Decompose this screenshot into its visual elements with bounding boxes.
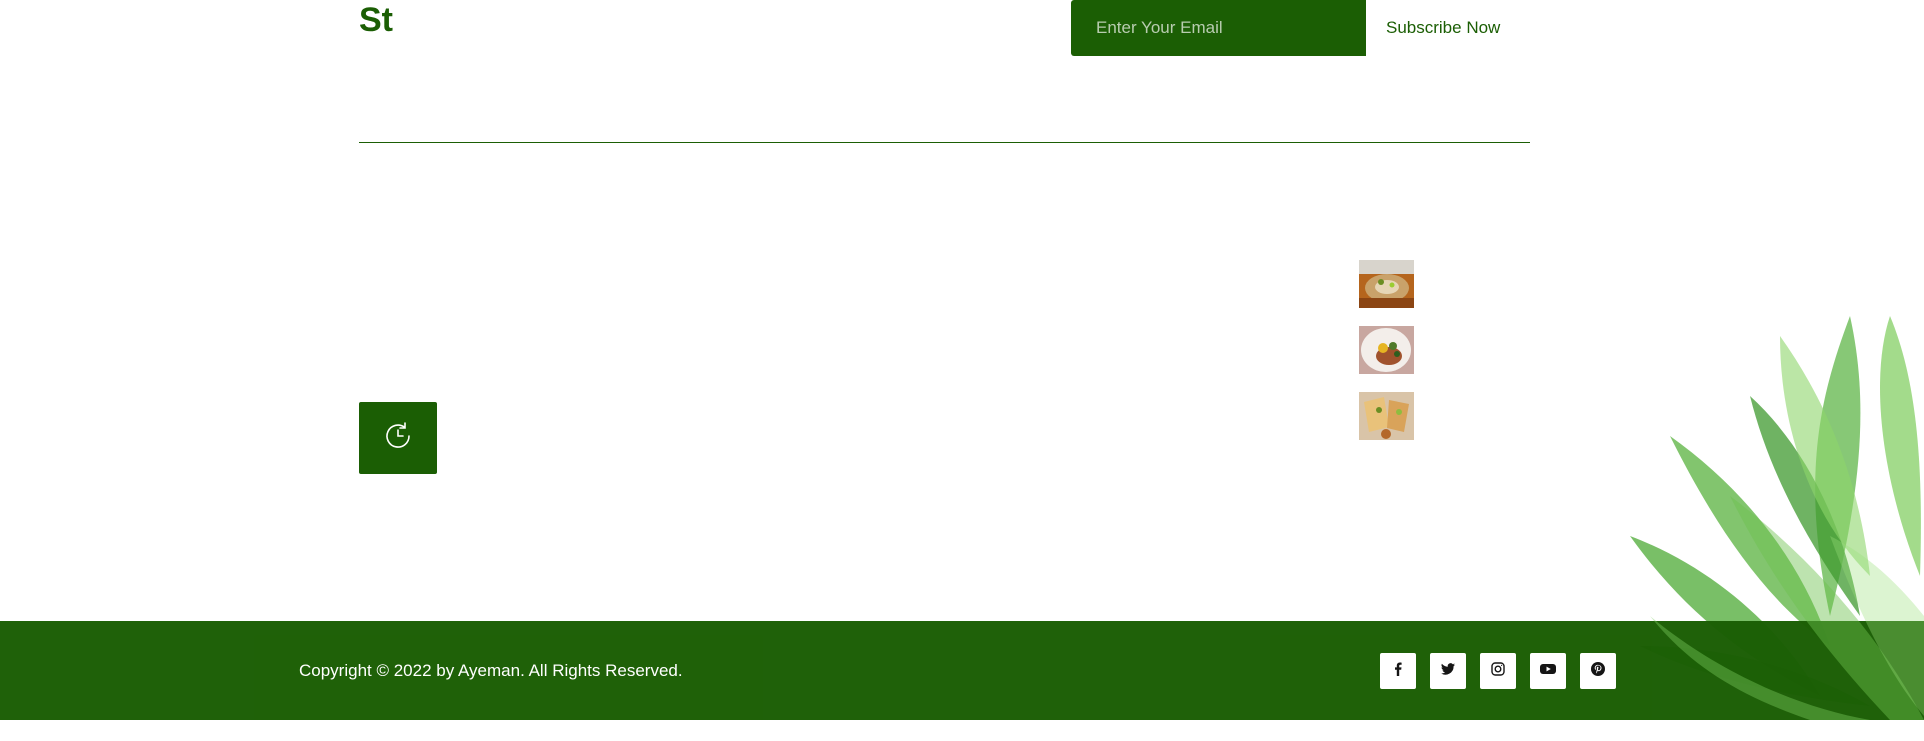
footer: Copyright © 2022 by Ayeman. All Rights R… xyxy=(0,621,1924,720)
subscribe-form: Subscribe Now xyxy=(1071,0,1531,56)
logo-text[interactable]: St xyxy=(359,0,393,40)
twitter-link[interactable] xyxy=(1430,653,1466,689)
history-icon xyxy=(382,420,414,457)
email-input[interactable] xyxy=(1071,0,1366,56)
copyright-text: Copyright © 2022 by Ayeman. All Rights R… xyxy=(299,661,683,680)
divider xyxy=(359,142,1530,143)
instagram-icon xyxy=(1490,661,1506,682)
food-thumbnail-3[interactable] xyxy=(1359,392,1414,440)
pinterest-link[interactable] xyxy=(1580,653,1616,689)
food-thumbnail-1[interactable] xyxy=(1359,260,1414,308)
facebook-icon xyxy=(1390,661,1406,682)
instagram-link[interactable] xyxy=(1480,653,1516,689)
youtube-icon xyxy=(1539,661,1557,682)
twitter-icon xyxy=(1440,661,1456,682)
subscribe-button[interactable]: Subscribe Now xyxy=(1366,0,1531,56)
facebook-link[interactable] xyxy=(1380,653,1416,689)
pinterest-icon xyxy=(1590,661,1606,682)
social-links xyxy=(1380,653,1616,689)
food-thumbnail-2[interactable] xyxy=(1359,326,1414,374)
youtube-link[interactable] xyxy=(1530,653,1566,689)
history-button[interactable] xyxy=(359,402,437,474)
